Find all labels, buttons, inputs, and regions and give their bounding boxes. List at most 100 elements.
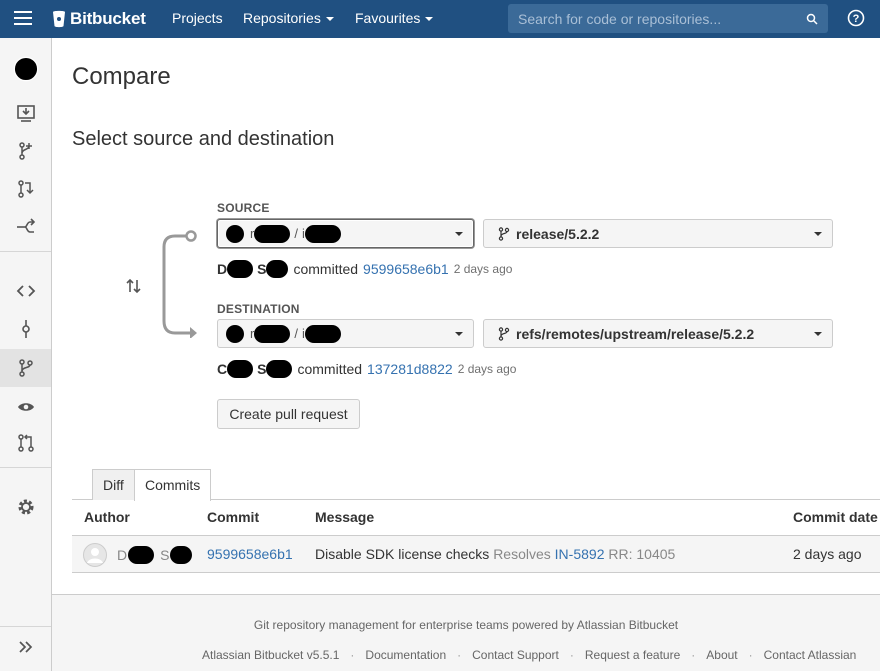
avatar (83, 543, 107, 567)
col-commit-date: Commit date (793, 509, 878, 525)
source-commit-info: D S committed 9599658e6b1 2 days ago (217, 260, 512, 278)
footer-version[interactable]: Atlassian Bitbucket v5.5.1 (202, 648, 339, 662)
destination-label: DESTINATION (217, 302, 300, 316)
issue-link[interactable]: IN-5892 (555, 546, 605, 562)
create-branch-icon (18, 142, 32, 160)
committed-text: committed (297, 361, 363, 377)
source-icon (16, 285, 35, 297)
author-surname-initial: S (257, 261, 267, 277)
create-pull-request-icon (17, 180, 34, 198)
redacted-block (128, 546, 155, 564)
top-navigation-bar: Bitbucket Projects Repositories Favourit… (0, 0, 880, 38)
nav-projects[interactable]: Projects (172, 10, 223, 26)
author-initial: D (117, 547, 128, 563)
main-content: Compare Select source and destination SO… (52, 38, 880, 671)
watch-icon (17, 403, 34, 411)
tab-diff[interactable]: Diff (92, 469, 135, 500)
redacted-block (227, 260, 254, 278)
row-commit-link[interactable]: 9599658e6b1 (207, 546, 293, 562)
nav-favourites[interactable]: Favourites (355, 10, 434, 26)
source-commit-link[interactable]: 9599658e6b1 (363, 261, 449, 277)
source-branch-select[interactable]: release/5.2.2 (483, 219, 833, 248)
col-author: Author (84, 509, 130, 525)
redacted-block (266, 260, 289, 278)
source-repo-select[interactable]: r / i (217, 219, 474, 248)
hamburger-menu-icon[interactable] (14, 11, 32, 27)
search-box (508, 4, 828, 33)
pull-requests-icon (17, 434, 34, 452)
swap-icon[interactable] (125, 278, 143, 294)
sidebar-repo-avatar[interactable] (0, 50, 51, 88)
sidebar-source[interactable] (0, 272, 51, 310)
destination-branch-name: refs/remotes/upstream/release/5.2.2 (516, 325, 755, 342)
expand-icon (18, 641, 32, 653)
sidebar-fork[interactable] (0, 208, 51, 246)
resolves-label: Resolves (493, 546, 551, 562)
sidebar-settings[interactable] (0, 488, 51, 526)
bitbucket-logo[interactable]: Bitbucket (52, 7, 146, 31)
sidebar-create-pull-request[interactable] (0, 170, 51, 208)
footer-request-feature[interactable]: Request a feature (585, 648, 680, 662)
chevron-down-icon (425, 17, 434, 22)
sidebar-clone[interactable] (0, 94, 51, 132)
bitbucket-bucket-icon (53, 10, 65, 28)
search-input[interactable] (508, 4, 798, 33)
sidebar-pull-requests[interactable] (0, 424, 51, 462)
compare-tabs: Diff Commits (72, 469, 880, 501)
fork-icon (16, 218, 35, 233)
destination-branch-select[interactable]: refs/remotes/upstream/release/5.2.2 (483, 319, 833, 348)
sidebar-branches[interactable] (0, 349, 51, 387)
create-pull-request-button[interactable]: Create pull request (217, 399, 360, 429)
branches-icon (18, 359, 33, 377)
redacted-block (254, 324, 291, 343)
source-repo-name: r / i (250, 224, 341, 243)
committed-text: committed (293, 261, 359, 277)
repo-avatar (226, 224, 244, 243)
footer: Git repository management for enterprise… (52, 594, 880, 671)
commit-message: Disable SDK license checks (315, 546, 490, 562)
sidebar-commits[interactable] (0, 310, 51, 348)
author-surname-initial: S (257, 361, 267, 377)
repo-avatar (226, 324, 244, 343)
redacted-block (304, 324, 341, 343)
chevron-down-icon (814, 232, 822, 236)
footer-links: Atlassian Bitbucket v5.5.1 · Documentatio… (202, 648, 857, 662)
footer-documentation[interactable]: Documentation (365, 648, 446, 662)
nav-repositories-label: Repositories (243, 10, 321, 26)
nav-projects-label: Projects (172, 10, 223, 26)
repo-separator: / (294, 226, 298, 241)
redacted-block (254, 224, 291, 243)
footer-about[interactable]: About (706, 648, 737, 662)
chevron-down-icon (455, 232, 463, 236)
destination-commit-link[interactable]: 137281d8822 (367, 361, 453, 377)
destination-repo-select[interactable]: r / i (217, 319, 474, 348)
brand-name: Bitbucket (70, 9, 146, 28)
author-surname-initial: S (160, 547, 170, 563)
branch-icon (498, 326, 510, 341)
nav-repositories[interactable]: Repositories (243, 10, 334, 26)
redacted-block (227, 360, 254, 378)
sidebar (0, 38, 52, 671)
footer-contact-atlassian[interactable]: Contact Atlassian (764, 648, 857, 662)
footer-contact-support[interactable]: Contact Support (472, 648, 559, 662)
page-title: Compare (72, 63, 171, 90)
commit-time: 2 days ago (457, 362, 517, 376)
chevron-down-icon (814, 332, 822, 336)
section-title: Select source and destination (72, 128, 335, 150)
avatar-icon (13, 56, 38, 82)
tab-commits[interactable]: Commits (134, 469, 212, 501)
redacted-block (266, 360, 293, 378)
repo-separator: / (294, 326, 298, 341)
author-initial: D (217, 261, 228, 277)
redacted-block (170, 546, 193, 564)
row-message: Disable SDK license checks Resolves IN-5… (315, 546, 675, 562)
review-request: RR: 10405 (608, 546, 676, 562)
help-icon[interactable]: ? (847, 9, 865, 27)
sidebar-expand[interactable] (0, 628, 51, 666)
sidebar-create-branch[interactable] (0, 132, 51, 170)
search-icon[interactable] (806, 13, 818, 25)
row-author[interactable]: D S (117, 546, 193, 564)
settings-icon (18, 499, 33, 515)
sidebar-watch[interactable] (0, 388, 51, 426)
source-branch-name: release/5.2.2 (516, 225, 600, 242)
